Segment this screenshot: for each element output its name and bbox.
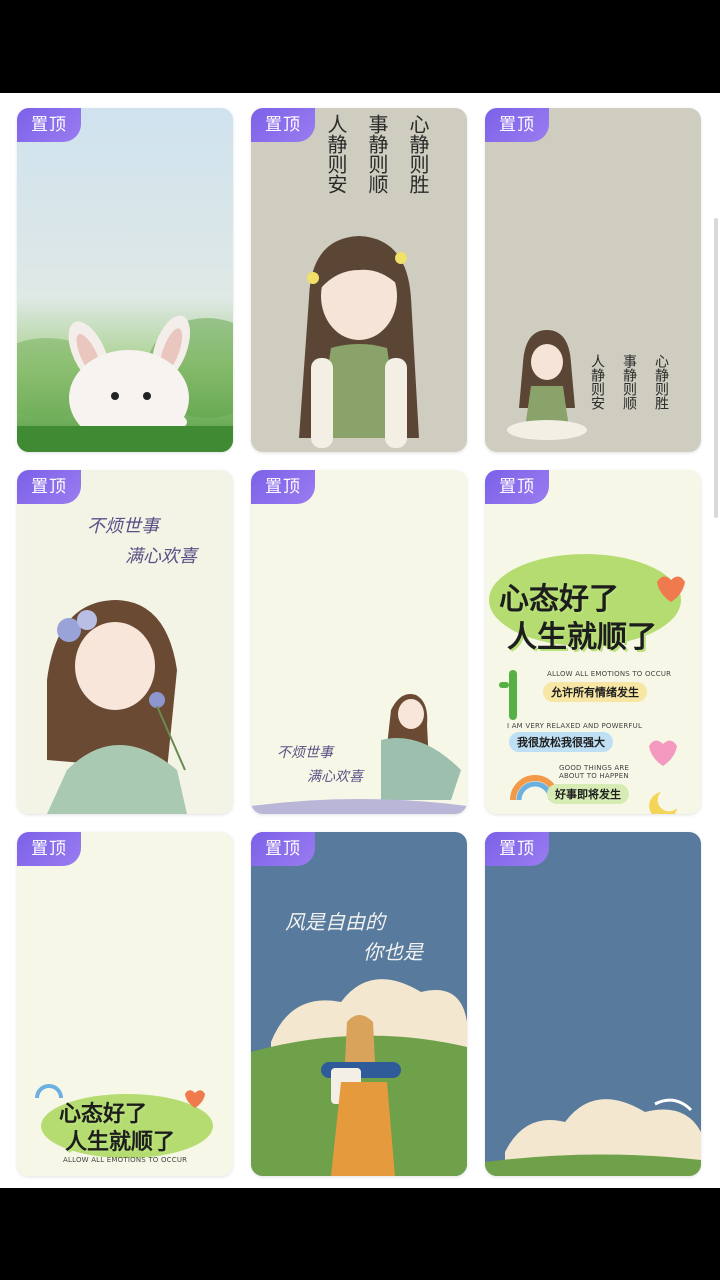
slogan-en-3: GOOD THINGS ARE ABOUT TO HAPPEN	[559, 764, 630, 780]
poem-text: 人静则安 事静则顺 心静则胜	[324, 114, 430, 194]
wallpaper-card-slogan[interactable]: 心态好了 人生就顺了 ALLOW ALL EMOTIONS TO OCCUR 允…	[485, 470, 701, 814]
pinned-badge: 置顶	[251, 108, 315, 142]
scrollbar[interactable]	[714, 218, 718, 518]
wallpaper-grid: 置顶 人静则安 事静则顺 心静则胜 置顶 人静则安 事静则顺 心静则胜 置顶 不…	[0, 93, 720, 1188]
slogan-title-2: 人生就顺了	[507, 620, 657, 655]
script-line-1: 不烦世事	[277, 745, 333, 761]
slogan-cn-1: 允许所有情绪发生	[543, 682, 647, 702]
bunny-illustration	[17, 108, 233, 452]
wallpaper-card-wind-girl[interactable]: 风是自由的 你也是 置顶	[251, 832, 467, 1176]
slogan-en-1: ALLOW ALL EMOTIONS TO OCCUR	[63, 1156, 188, 1164]
slogan-en-2: I AM VERY RELAXED AND POWERFUL	[507, 722, 643, 730]
slogan-en-1: ALLOW ALL EMOTIONS TO OCCUR	[547, 670, 672, 678]
wind-girl-illustration	[251, 832, 467, 1176]
pinned-badge: 置顶	[485, 832, 549, 866]
wallpaper-card-bunny[interactable]: 置顶	[17, 108, 233, 452]
script-line-1: 不烦世事	[87, 516, 159, 537]
wallpaper-card-slogan-small[interactable]: 心态好了 人生就顺了 ALLOW ALL EMOTIONS TO OCCUR 置…	[17, 832, 233, 1176]
wallpaper-card-girl-flower[interactable]: 不烦世事 满心欢喜 置顶	[17, 470, 233, 814]
sky-cloud-illustration	[485, 832, 701, 1176]
poem-text: 人静则安 事静则顺 心静则胜	[589, 354, 669, 410]
pinned-badge: 置顶	[485, 108, 549, 142]
slogan-title-2: 人生就顺了	[65, 1130, 176, 1155]
script-line-2: 满心欢喜	[125, 546, 197, 567]
pinned-badge: 置顶	[251, 832, 315, 866]
slogan-cn-3: 好事即将发生	[547, 784, 629, 804]
wallpaper-card-girl-sitting[interactable]: 人静则安 事静则顺 心静则胜 置顶	[485, 108, 701, 452]
small-girl-illustration	[251, 470, 467, 814]
script-line-1: 风是自由的	[285, 910, 385, 934]
pinned-badge: 置顶	[485, 470, 549, 504]
wallpaper-card-sky[interactable]: 置顶	[485, 832, 701, 1176]
pinned-badge: 置顶	[17, 470, 81, 504]
status-bar	[0, 0, 720, 93]
wallpaper-card-girl-small[interactable]: 不烦世事 满心欢喜 置顶	[251, 470, 467, 814]
pinned-badge: 置顶	[17, 108, 81, 142]
pinned-badge: 置顶	[251, 470, 315, 504]
wallpaper-card-girl-poem[interactable]: 人静则安 事静则顺 心静则胜 置顶	[251, 108, 467, 452]
slogan-cn-2: 我很放松我很强大	[509, 732, 613, 752]
script-line-2: 你也是	[363, 940, 423, 964]
script-line-2: 满心欢喜	[307, 769, 363, 785]
pinned-badge: 置顶	[17, 832, 81, 866]
navigation-bar	[0, 1188, 720, 1280]
